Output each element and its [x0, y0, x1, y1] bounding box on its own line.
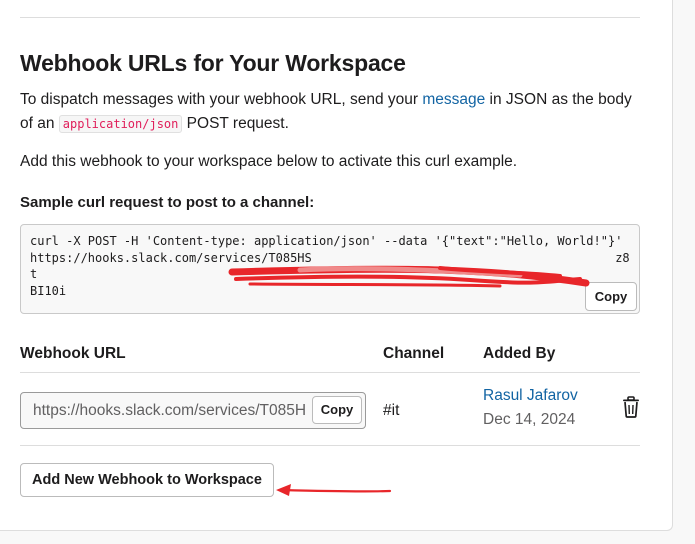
description-text: POST request.: [182, 115, 289, 132]
message-link[interactable]: message: [422, 91, 485, 108]
section-description: To dispatch messages with your webhook U…: [20, 88, 645, 136]
column-header-channel: Channel: [383, 345, 445, 362]
curl-code-block: curl -X POST -H 'Content-type: applicati…: [20, 224, 640, 314]
curl-sample-label: Sample curl request to post to a channel…: [20, 194, 315, 211]
trash-icon[interactable]: [622, 396, 640, 418]
divider: [20, 372, 640, 373]
webhook-url-input[interactable]: [21, 393, 323, 428]
content-type-code: application/json: [58, 115, 183, 133]
webhook-channel: #it: [383, 402, 400, 419]
webhook-url-field: Copy: [20, 392, 366, 429]
description-text: To dispatch messages with your webhook U…: [20, 91, 423, 108]
added-date: Dec 14, 2024: [483, 411, 576, 428]
added-by-user-link[interactable]: Rasul Jafarov: [483, 387, 578, 405]
add-new-webhook-button[interactable]: Add New Webhook to Workspace: [20, 463, 274, 497]
copy-webhook-url-button[interactable]: Copy: [312, 396, 362, 424]
column-header-added-by: Added By: [483, 345, 556, 362]
divider: [20, 445, 640, 446]
activate-hint: Add this webhook to your workspace below…: [20, 153, 518, 170]
section-title: Webhook URLs for Your Workspace: [20, 50, 406, 76]
copy-curl-button[interactable]: Copy: [585, 282, 637, 311]
column-header-webhook-url: Webhook URL: [20, 345, 126, 362]
divider: [20, 17, 640, 18]
